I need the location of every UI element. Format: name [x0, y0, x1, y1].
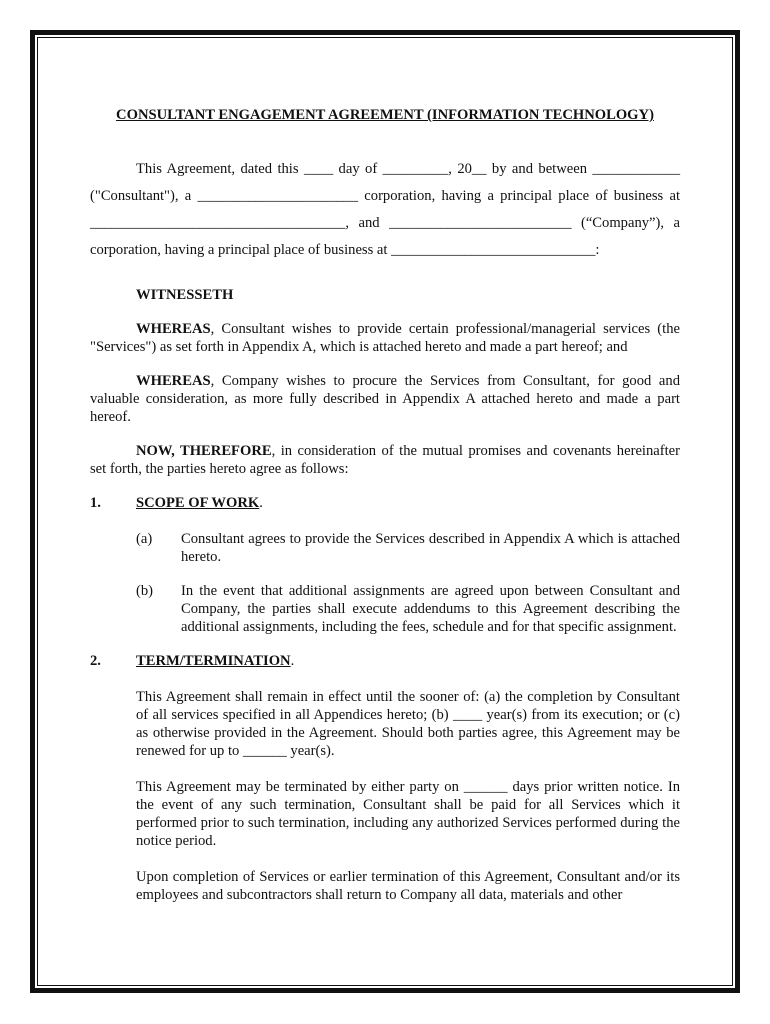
now-therefore-lead: NOW, THEREFORE [136, 443, 272, 459]
whereas-lead: WHEREAS [136, 373, 211, 389]
section-item: (a) Consultant agrees to provide the Ser… [136, 530, 680, 566]
section-paragraph: This Agreement may be terminated by eith… [136, 779, 680, 849]
whereas-paragraph-2: WHEREAS, Company wishes to procure the S… [90, 372, 680, 426]
section-item: (b) In the event that additional assignm… [136, 582, 680, 636]
document-title: CONSULTANT ENGAGEMENT AGREEMENT (INFORMA… [116, 107, 654, 123]
section-paragraph: Upon completion of Services or earlier t… [136, 869, 680, 903]
whereas-paragraph-1: WHEREAS, Consultant wishes to provide ce… [90, 320, 680, 356]
section-number: 2. [90, 653, 101, 669]
witnesseth-heading: WITNESSETH [90, 286, 680, 304]
section-title: TERM/TERMINATION. [136, 653, 295, 669]
item-text: Consultant agrees to provide the Service… [181, 531, 680, 565]
section-title: SCOPE OF WORK. [136, 495, 263, 511]
witnesseth-label: WITNESSETH [136, 287, 234, 303]
item-text: In the event that additional assignments… [181, 583, 680, 635]
item-label: (a) [136, 531, 153, 547]
item-label: (b) [136, 583, 154, 599]
section-heading: 1. SCOPE OF WORK. [90, 494, 680, 512]
whereas-lead: WHEREAS [136, 321, 211, 337]
section-paragraph: This Agreement shall remain in effect un… [136, 689, 680, 759]
section-number: 1. [90, 495, 101, 511]
section-heading: 2. TERM/TERMINATION. [90, 652, 680, 670]
intro-paragraph: This Agreement, dated this ____ day of _… [90, 161, 680, 258]
now-therefore-paragraph: NOW, THEREFORE, in consideration of the … [90, 442, 680, 478]
document-body: CONSULTANT ENGAGEMENT AGREEMENT (INFORMA… [90, 106, 680, 922]
